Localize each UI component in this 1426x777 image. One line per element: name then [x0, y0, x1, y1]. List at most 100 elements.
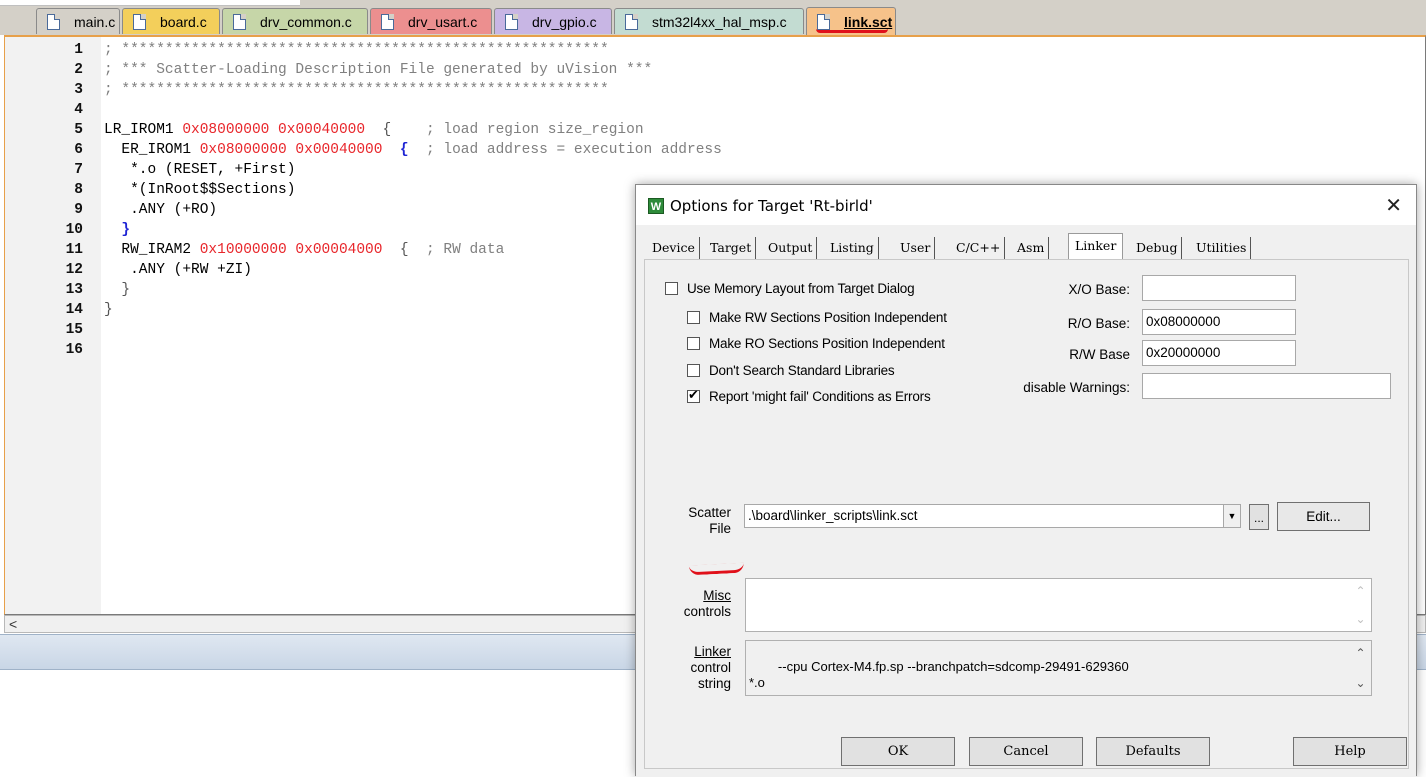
might-fail-errors-checkbox[interactable]: Report 'might fail' Conditions as Errors — [687, 387, 931, 404]
file-tab[interactable]: drv_common.c — [222, 8, 368, 34]
file-icon — [233, 13, 246, 30]
cancel-button[interactable]: Cancel — [969, 737, 1083, 766]
code-text: RW_IRAM2 0x10000000 0x00004000 { ; RW da… — [104, 240, 504, 260]
file-tab[interactable]: drv_gpio.c — [494, 8, 612, 34]
editor-tab-strip: main.c board.c drv_common.c drv_usart.c drv_… — [0, 0, 1426, 35]
code-line[interactable]: 2 ; *** Scatter-Loading Description File … — [5, 60, 905, 80]
edit-scatter-button[interactable]: Edit... — [1277, 502, 1370, 531]
disable-warnings-input[interactable] — [1142, 373, 1391, 399]
code-token: } — [104, 302, 113, 318]
xo-base-input[interactable] — [1142, 275, 1296, 301]
ok-button[interactable]: OK — [841, 737, 955, 766]
dialog-body: Device Target Output Listing User C/C++ Asm Lin… — [636, 225, 1416, 777]
ro-base-input[interactable]: 0x08000000 — [1142, 309, 1296, 335]
tab-device[interactable]: Device — [648, 237, 700, 259]
code-token: } — [104, 222, 131, 238]
file-tab-label: main.c — [74, 13, 116, 30]
code-token: LR_IROM1 — [104, 122, 183, 138]
file-tab[interactable]: main.c — [36, 8, 120, 34]
file-tab[interactable]: drv_usart.c — [370, 8, 492, 34]
scroll-down-icon[interactable]: ⌄ — [1352, 611, 1369, 627]
close-icon[interactable]: ✕ — [1385, 193, 1402, 218]
tab-asm[interactable]: Asm — [1013, 237, 1050, 259]
line-number: 4 — [74, 102, 83, 118]
checkbox-box[interactable] — [687, 337, 700, 350]
file-tab-label: drv_common.c — [260, 13, 352, 30]
checkbox-box-checked[interactable] — [687, 387, 700, 403]
browse-scatter-button[interactable]: ... — [1249, 504, 1269, 530]
linker-vertical-scrollbar[interactable]: ⌃ ⌄ — [1352, 643, 1369, 693]
code-line[interactable]: 1 ; *************************************… — [5, 40, 905, 60]
code-token: } — [104, 282, 131, 298]
file-tab[interactable]: board.c — [122, 8, 220, 34]
tab-utilities[interactable]: Utilities — [1192, 237, 1252, 259]
tab-cc[interactable]: C/C++ — [952, 237, 1006, 259]
tab-linker[interactable]: Linker — [1068, 233, 1124, 260]
tab-target[interactable]: Target — [706, 237, 757, 259]
code-token: ; load region size_region — [425, 122, 644, 138]
chevron-down-icon[interactable]: ▼ — [1223, 505, 1240, 527]
misc-vertical-scrollbar[interactable]: ⌃ ⌄ — [1352, 581, 1369, 629]
linker-label-line2: control — [690, 660, 731, 675]
rw-position-independent-checkbox[interactable]: Make RW Sections Position Independent — [687, 310, 947, 325]
xo-base-label: X/O Base: — [1068, 282, 1130, 297]
code-line[interactable]: 5 LR_IROM1 0x08000000 0x00040000 { ; load… — [5, 120, 905, 140]
code-line[interactable]: 6 ER_IROM1 0x08000000 0x00040000 { ; loa… — [5, 140, 905, 160]
scatter-file-combo[interactable]: .\board\linker_scripts\link.sct ▼ — [744, 504, 1241, 528]
checkbox-box[interactable] — [665, 282, 678, 295]
line-number: 2 — [74, 62, 83, 78]
line-number: 8 — [74, 182, 83, 198]
file-icon — [133, 13, 146, 30]
misc-controls-label: Misc controls — [665, 588, 731, 620]
tab-output[interactable]: Output — [764, 237, 818, 259]
code-token: .ANY (+RO) — [104, 202, 218, 218]
linker-label-line3: string — [697, 676, 731, 691]
code-line[interactable]: 7 *.o (RESET, +First) — [5, 160, 905, 180]
rw-base-label: R/W Base — [1069, 347, 1130, 362]
red-annotation-underline — [688, 562, 745, 576]
file-icon — [625, 13, 638, 30]
scroll-down-icon[interactable]: ⌄ — [1352, 675, 1369, 691]
scroll-up-icon[interactable]: ⌃ — [1352, 583, 1369, 599]
line-number: 11 — [65, 242, 83, 258]
help-button[interactable]: Help — [1293, 737, 1407, 766]
scroll-left-icon[interactable]: < — [9, 616, 17, 632]
misc-controls-textarea[interactable]: ⌃ ⌄ — [745, 578, 1372, 632]
code-token: 0x10000000 0x00004000 — [199, 242, 383, 258]
scatter-file-label-line1: Scatter — [688, 505, 731, 520]
tab-listing[interactable]: Listing — [826, 237, 879, 259]
code-token: ; *** Scatter-Loading Description File g… — [104, 62, 653, 78]
dont-search-libraries-checkbox[interactable]: Don't Search Standard Libraries — [687, 363, 895, 378]
ro-position-independent-checkbox[interactable]: Make RO Sections Position Independent — [687, 336, 945, 351]
line-number: 12 — [65, 262, 83, 278]
code-line[interactable]: 4 — [5, 100, 905, 120]
code-text: ; **************************************… — [104, 40, 609, 60]
use-memory-layout-checkbox[interactable]: Use Memory Layout from Target Dialog — [665, 281, 915, 296]
code-text: *.o (RESET, +First) — [104, 160, 295, 180]
scatter-file-label-line2: File — [709, 521, 731, 536]
code-token: ; **************************************… — [104, 42, 609, 58]
checkbox-box[interactable] — [687, 364, 700, 377]
rw-base-input[interactable]: 0x20000000 — [1142, 340, 1296, 366]
code-text: LR_IROM1 0x08000000 0x00040000 { ; load … — [104, 120, 644, 140]
rw-position-independent-label: Make RW Sections Position Independent — [709, 310, 947, 325]
code-text: } — [104, 280, 130, 300]
tab-debug[interactable]: Debug — [1132, 237, 1183, 259]
checkbox-box[interactable] — [687, 311, 700, 324]
code-token: ER_IROM1 — [104, 142, 200, 158]
scroll-up-icon[interactable]: ⌃ — [1352, 645, 1369, 661]
file-tab[interactable]: stm32l4xx_hal_msp.c — [614, 8, 804, 34]
dont-search-libraries-label: Don't Search Standard Libraries — [709, 363, 895, 378]
dialog-title: Options for Target 'Rt-birld' — [670, 197, 873, 215]
file-icon — [505, 13, 518, 30]
linker-control-string-textarea[interactable]: --cpu Cortex-M4.fp.sp --branchpatch=sdco… — [745, 640, 1372, 696]
dialog-title-bar[interactable]: W Options for Target 'Rt-birld' ✕ — [636, 185, 1416, 225]
line-number: 9 — [74, 202, 83, 218]
defaults-button[interactable]: Defaults — [1096, 737, 1210, 766]
tab-user[interactable]: User — [896, 237, 936, 259]
code-token: ; **************************************… — [104, 82, 609, 98]
uvision-icon: W — [648, 198, 664, 214]
code-line[interactable]: 3 ; *************************************… — [5, 80, 905, 100]
file-tab-label: drv_usart.c — [408, 13, 478, 30]
